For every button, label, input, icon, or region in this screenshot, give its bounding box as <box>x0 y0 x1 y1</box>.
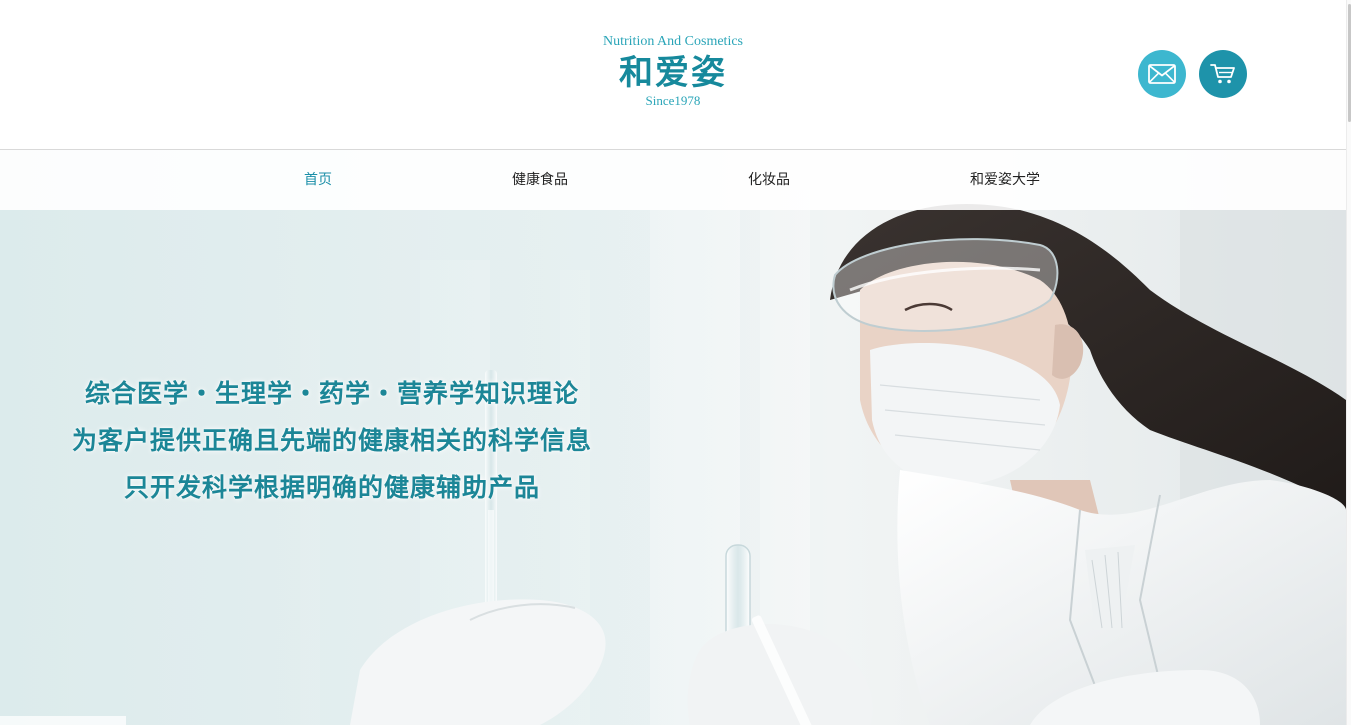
bottom-overlay-strip <box>0 716 126 725</box>
envelope-icon <box>1148 64 1176 84</box>
hero-slogans: 综合医学・生理学・药学・营养学知识理论 为客户提供正确且先端的健康相关的科学信息… <box>0 370 664 511</box>
nav-item-health-food[interactable]: 健康食品 <box>512 150 568 210</box>
hero-banner: 首页 健康食品 化妆品 和爱姿大学 综合医学・生理学・药学・营养学知识理论 为客… <box>0 150 1346 725</box>
hero-slogan-line: 综合医学・生理学・药学・营养学知识理论 <box>84 379 579 408</box>
hero-slogan-line: 只开发科学根据明确的健康辅助产品 <box>123 473 540 502</box>
brand-since: Since1978 <box>645 93 701 108</box>
brand-name-en: Nutrition And Cosmetics <box>603 34 743 49</box>
nav-item-home[interactable]: 首页 <box>304 150 332 210</box>
main-navigation: 首页 健康食品 化妆品 和爱姿大学 <box>0 150 1346 210</box>
shopping-cart-icon <box>1210 64 1235 84</box>
site-header: Nutrition And Cosmetics 和爱姿 Since1978 <box>0 0 1346 150</box>
brand-name-cn: 和爱姿 <box>619 53 727 93</box>
nav-item-cosmetics[interactable]: 化妆品 <box>748 150 790 210</box>
page: Nutrition And Cosmetics 和爱姿 Since1978 首页… <box>0 0 1351 725</box>
cart-button[interactable] <box>1199 50 1247 98</box>
mail-button[interactable] <box>1138 50 1186 98</box>
hero-slogan-line: 为客户提供正确且先端的健康相关的科学信息 <box>71 426 592 455</box>
vertical-scrollbar[interactable] <box>1346 0 1351 725</box>
brand-logo[interactable]: Nutrition And Cosmetics 和爱姿 Since1978 <box>573 30 773 116</box>
nav-item-university[interactable]: 和爱姿大学 <box>970 150 1040 210</box>
